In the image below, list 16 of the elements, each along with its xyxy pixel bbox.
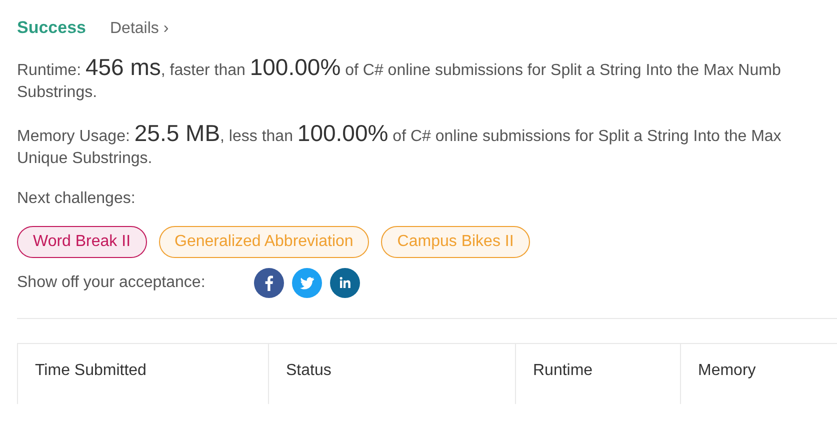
column-header: Runtime — [516, 344, 681, 404]
status-text: Success — [17, 18, 86, 38]
column-header: Status — [269, 344, 516, 404]
stat-text: Memory Usage: 25.5 MB, less than 100.00% of C# online submissions for Split a String Into the Max — [17, 122, 782, 148]
challenge-tag[interactable]: Word Break II — [17, 226, 147, 258]
next-challenges-label: Next challenges: — [17, 190, 136, 208]
column-header: Time Submitted — [18, 344, 269, 404]
share-label: Show off your acceptance: — [17, 274, 206, 292]
facebook-icon[interactable] — [254, 268, 284, 298]
linkedin-icon[interactable] — [330, 268, 360, 298]
column-header: Memory — [681, 344, 837, 404]
twitter-icon[interactable] — [292, 268, 322, 298]
details-link[interactable]: Details › — [110, 20, 169, 38]
stat-text: Unique Substrings. — [17, 149, 154, 169]
stat-text: Runtime: 456 ms, faster than 100.00% of C# online submissions for Split a String Into the Max Numb — [17, 56, 782, 82]
stat-text: Substrings. — [17, 83, 98, 103]
